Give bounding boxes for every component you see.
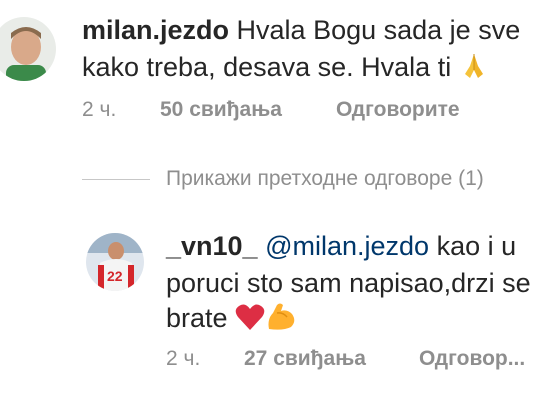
avatar-milan-jezdo[interactable] — [0, 17, 56, 81]
reply-text-line3: brate — [166, 300, 297, 341]
reply-text: _vn10_ @milan.jezdo kao i u — [166, 228, 516, 265]
reply-label[interactable]: Одговорите — [336, 98, 460, 121]
avatar-photo: 22 — [86, 233, 144, 291]
comment-likes[interactable]: 50 свиђања — [160, 97, 282, 123]
reply-meta: 2 ч. — [166, 346, 200, 372]
mention-link[interactable]: @milan.jezdo — [265, 231, 429, 261]
reply-button[interactable]: Одговор... — [419, 346, 525, 372]
reply-likes[interactable]: 27 свиђања — [244, 346, 366, 372]
comment-timestamp: 2 ч. — [166, 347, 201, 370]
view-previous-label[interactable]: Прикажи претходне одговоре (1) — [166, 167, 484, 191]
comment-meta: 2 ч. — [82, 97, 116, 123]
avatar-photo — [0, 17, 56, 81]
flexed-biceps-icon — [265, 301, 297, 341]
comment-body: poruci sto sam napisao,drzi se — [166, 268, 531, 298]
view-previous-replies[interactable]: Прикажи претходне одговоре (1) — [82, 165, 484, 193]
svg-text:22: 22 — [107, 268, 123, 284]
red-heart-icon — [235, 303, 265, 341]
comment-body: kao i u — [429, 231, 517, 261]
comment-username[interactable]: _vn10_ — [166, 231, 258, 261]
divider-line — [82, 178, 150, 180]
likes-count[interactable]: 27 свиђања — [244, 347, 366, 370]
comment-body: brate — [166, 303, 228, 333]
comment-text: milan.jezdo Hvala Bogu sada je sve — [82, 12, 520, 49]
avatar-vn10[interactable]: 22 — [86, 233, 144, 291]
comment-body: Hvala Bogu sada je sve — [236, 15, 521, 45]
comment-text-line2: kako treba, desava se. Hvala ti — [82, 49, 489, 90]
reply-text-line2: poruci sto sam napisao,drzi se — [166, 265, 531, 302]
folded-hands-icon — [459, 50, 489, 90]
comment-body: kako treba, desava se. Hvala ti — [82, 52, 452, 82]
likes-count[interactable]: 50 свиђања — [160, 98, 282, 121]
comment-timestamp: 2 ч. — [82, 98, 117, 121]
reply-button[interactable]: Одговорите — [336, 97, 460, 123]
comment-username[interactable]: milan.jezdo — [82, 15, 229, 45]
reply-label[interactable]: Одговор... — [419, 347, 525, 370]
